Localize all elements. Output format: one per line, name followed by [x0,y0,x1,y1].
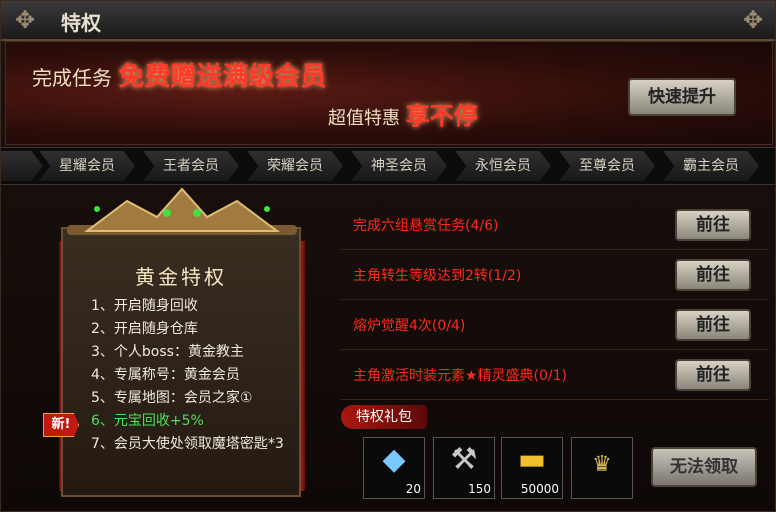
banner-highlight: 免费赠送满级会员 [118,62,327,92]
tab-wangzhe[interactable]: 王者会员 [143,151,239,181]
card-title: 黄金特权 [135,265,227,289]
task-text: 主角激活时装元素★精灵盛典(0/1) [353,368,568,384]
membership-tab-strip: 员 星耀会员 王者会员 荣耀会员 神圣会员 永恒会员 至尊会员 霸主会员 [1,147,775,185]
window-title: 特权 [61,11,101,35]
task-text: 熔炉觉醒4次(0/4) [353,318,466,334]
banner-prefix: 完成任务 [32,66,112,90]
goto-button[interactable]: 前往 [675,359,751,391]
title-bar: ✥ 特权 ✥ [1,1,775,41]
item-slot[interactable]: ◆ 20 [363,437,425,499]
goto-button[interactable]: 前往 [675,309,751,341]
banner-sub-highlight: 享不停 [405,101,478,130]
privilege-window: ✥ 特权 ✥ 完成任务 免费赠送满级会员 超值特惠 享不停 快速提升 员 星耀会… [0,0,776,512]
perk-list: 1、开启随身回收 2、开启随身仓库 3、个人boss：黄金教主 4、专属称号：黄… [91,295,291,456]
new-badge: 新! [43,413,79,437]
perk-item-new: 6、元宝回收+5% [91,413,204,429]
tab-rongyao[interactable]: 荣耀会员 [247,151,343,181]
item-count: 20 [405,482,421,496]
hammer-icon: ⚒ [450,442,478,477]
perk-item: 1、开启随身回收 [91,298,198,314]
perk-item: 5、专属地图：会员之家① [91,390,253,406]
task-row: 熔炉觉醒4次(0/4) 前往 [341,301,769,350]
quick-upgrade-button[interactable]: 快速提升 [628,78,736,116]
tab-bazhu[interactable]: 霸主会员 [663,151,759,181]
item-count: 150 [468,482,491,496]
task-text: 主角转生等级达到2转(1/2) [353,268,522,284]
perk-item: 3、个人boss：黄金教主 [91,344,244,360]
crystal-icon: ◆ [382,442,406,477]
tab-zhizun[interactable]: 至尊会员 [559,151,655,181]
gold-privilege-card: 黄金特权 1、开启随身回收 2、开启随身仓库 3、个人boss：黄金教主 4、专… [61,227,301,497]
claim-button[interactable]: 无法领取 [651,447,757,487]
task-text: 完成六组悬赏任务(4/6) [353,218,499,234]
task-row: 主角激活时装元素★精灵盛典(0/1) 前往 [341,351,769,400]
task-row: 完成六组悬赏任务(4/6) 前往 [341,201,769,250]
banner-headline: 完成任务 免费赠送满级会员 [32,56,326,93]
perk-item: 2、开启随身仓库 [91,321,198,337]
promo-banner: 完成任务 免费赠送满级会员 超值特惠 享不停 快速提升 [5,41,773,145]
goto-button[interactable]: 前往 [675,209,751,241]
goto-button[interactable]: 前往 [675,259,751,291]
perk-item: 7、会员大使处领取魔塔密匙*3 [91,436,284,452]
item-slot[interactable]: ▬ 50000 [501,437,563,499]
task-row: 主角转生等级达到2转(1/2) 前往 [341,251,769,300]
banner-sub-prefix: 超值特惠 [328,108,400,129]
dragon-ornament-icon: ✥ [14,6,36,34]
tab-shensheng[interactable]: 神圣会员 [351,151,447,181]
item-slot[interactable]: ♛ [571,437,633,499]
item-slot[interactable]: ⚒ 150 [433,437,495,499]
gold-member-badge-icon: ♛ [592,452,612,477]
gift-pack-label: 特权礼包 [341,405,427,429]
gold-ingot-icon: ▬ [517,442,547,477]
perk-item: 4、专属称号：黄金会员 [91,367,240,383]
tab-partial[interactable]: 员 [1,151,43,181]
dragon-ornament-icon: ✥ [742,6,764,34]
tab-yongheng[interactable]: 永恒会员 [455,151,551,181]
item-count: 50000 [520,482,559,496]
tab-xingyao[interactable]: 星耀会员 [39,151,135,181]
dragon-crest-icon [67,187,297,235]
banner-subline: 超值特惠 享不停 [328,96,478,131]
